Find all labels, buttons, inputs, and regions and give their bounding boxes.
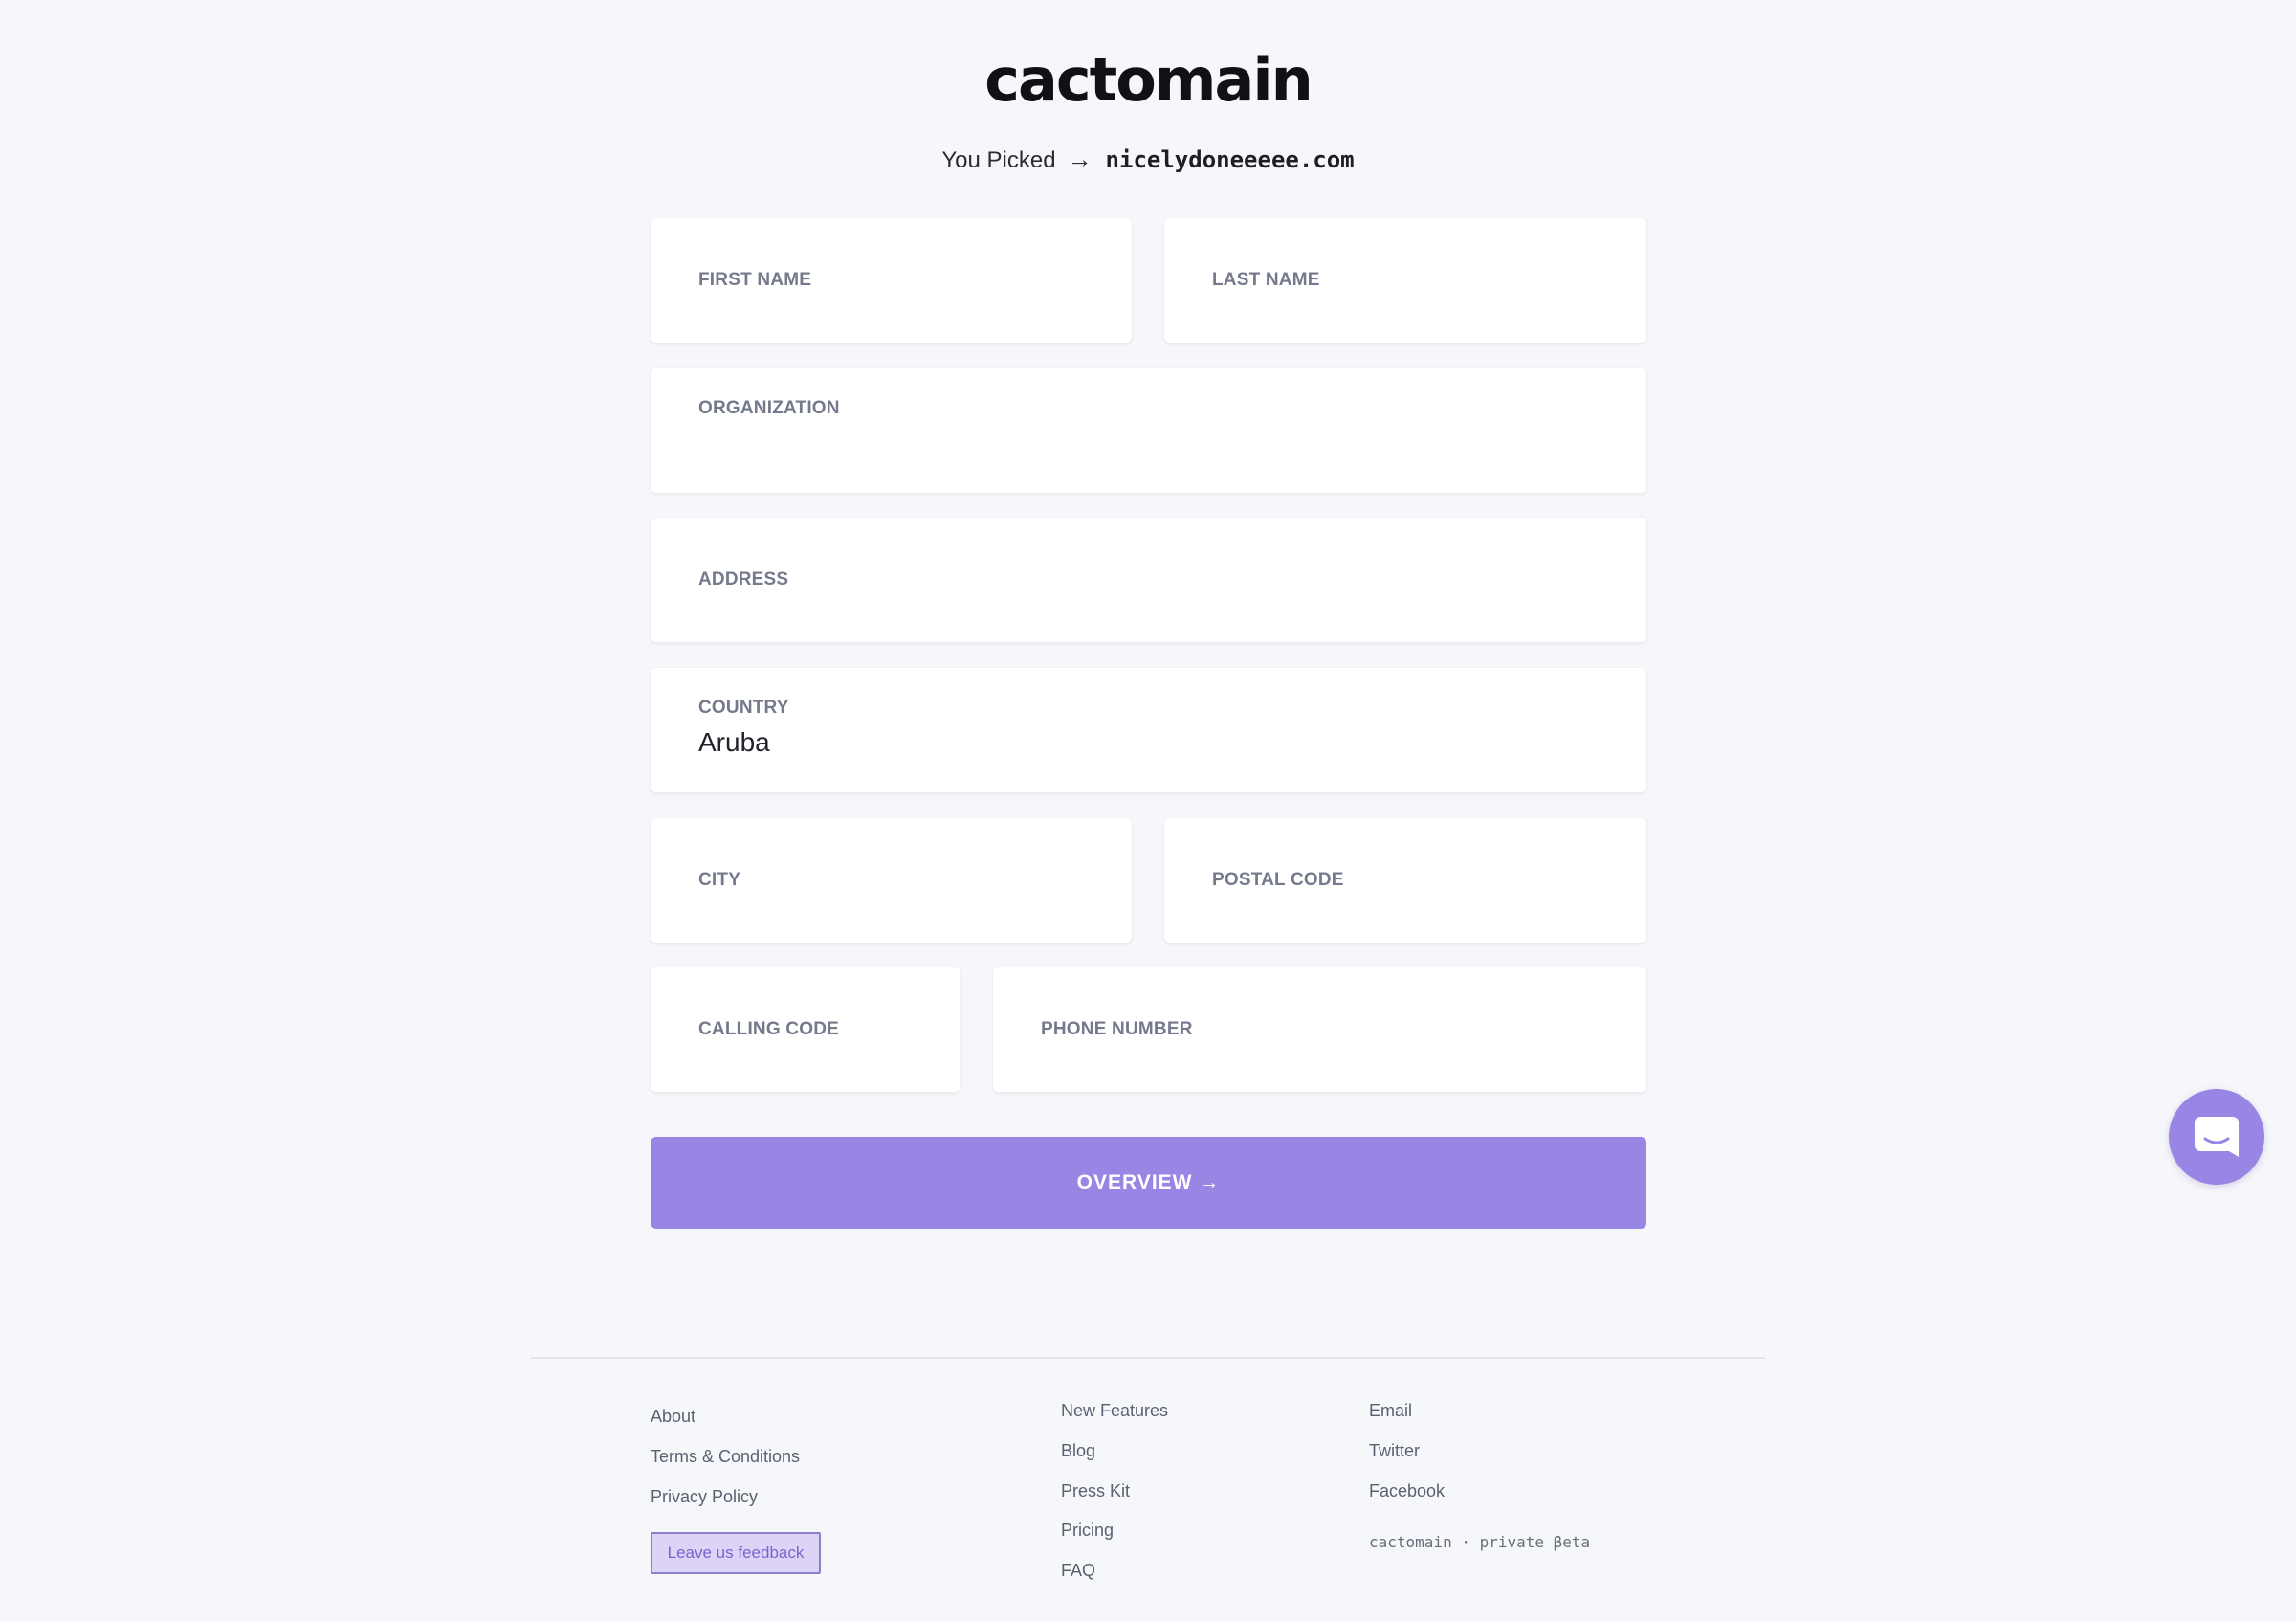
logo[interactable]: cactomain [0,42,2296,119]
footer-link-new-features[interactable]: New Features [1061,1399,1168,1422]
footer-link-faq[interactable]: FAQ [1061,1559,1095,1582]
organization-field[interactable]: ORGANIZATION [651,368,1646,493]
city-field[interactable]: CITY [651,818,1132,943]
first-name-field[interactable]: FIRST NAME [651,218,1132,343]
feedback-button[interactable]: Leave us feedback [651,1532,821,1574]
city-label: CITY [698,870,741,890]
picked-domain: nicelydoneeeee.com [1105,146,1355,173]
footer-link-email[interactable]: Email [1369,1399,1412,1422]
organization-label: ORGANIZATION [698,398,840,418]
footer-link-facebook[interactable]: Facebook [1369,1479,1445,1502]
footer-divider [531,1357,1765,1359]
footer-link-blog[interactable]: Blog [1061,1439,1095,1462]
country-select[interactable]: COUNTRY Aruba [651,668,1646,792]
arrow-right-icon: → [1067,144,1093,173]
postal-code-field[interactable]: POSTAL CODE [1164,818,1646,943]
chat-launcher-button[interactable] [2169,1089,2264,1185]
phone-number-label: PHONE NUMBER [1041,1019,1193,1039]
last-name-label: LAST NAME [1212,270,1320,290]
calling-code-label: CALLING CODE [698,1019,840,1039]
private-beta-text: cactomain · private βeta [1369,1533,1591,1551]
picked-prefix: You Picked [941,147,1056,173]
country-label: COUNTRY [698,698,789,718]
chat-bubble-icon [2195,1117,2239,1157]
footer-link-press-kit[interactable]: Press Kit [1061,1479,1130,1502]
address-field[interactable]: ADDRESS [651,518,1646,642]
postal-code-label: POSTAL CODE [1212,870,1344,890]
phone-number-field[interactable]: PHONE NUMBER [993,967,1646,1092]
footer-link-pricing[interactable]: Pricing [1061,1519,1114,1542]
calling-code-field[interactable]: CALLING CODE [651,967,960,1092]
overview-button[interactable]: OVERVIEW → [651,1137,1646,1229]
picked-domain-line: You Picked → nicelydoneeeee.com [0,140,2296,180]
first-name-label: FIRST NAME [698,270,812,290]
address-label: ADDRESS [698,569,789,589]
footer-link-twitter[interactable]: Twitter [1369,1439,1420,1462]
footer-link-terms[interactable]: Terms & Conditions [651,1445,800,1468]
country-value: Aruba [698,727,770,757]
footer-link-about[interactable]: About [651,1405,695,1428]
footer-link-privacy[interactable]: Privacy Policy [651,1485,758,1508]
last-name-field[interactable]: LAST NAME [1164,218,1646,343]
